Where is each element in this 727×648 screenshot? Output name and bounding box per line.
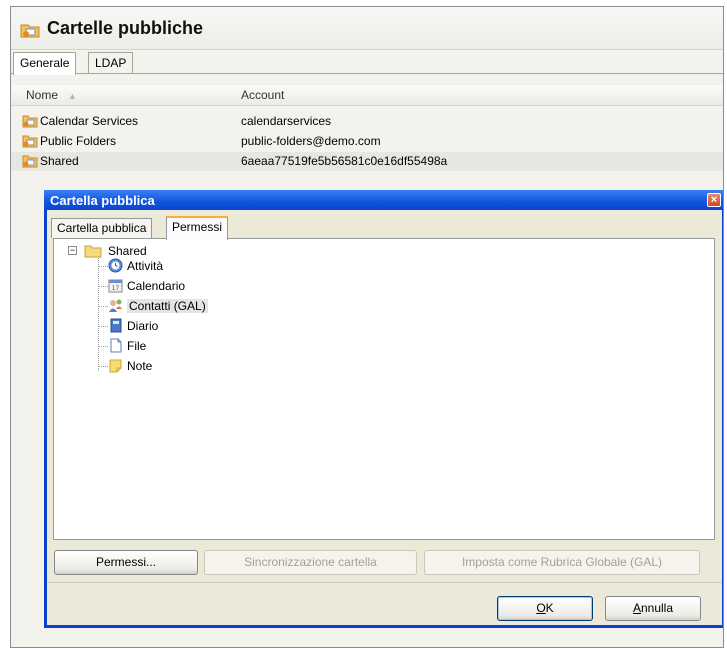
tree-connector xyxy=(98,366,108,367)
tree-node-diario[interactable]: Diario xyxy=(108,318,158,334)
sync-folder-button[interactable]: Sincronizzazione cartella xyxy=(204,550,417,575)
ok-button[interactable]: OK xyxy=(497,596,593,621)
file-icon xyxy=(108,338,123,357)
window-header: Cartelle pubbliche xyxy=(11,7,723,50)
close-button[interactable]: × xyxy=(707,193,721,207)
tree-connector xyxy=(98,286,108,287)
public-folder-icon xyxy=(22,134,38,154)
cancel-button[interactable]: Annulla xyxy=(605,596,701,621)
note-icon xyxy=(108,358,123,377)
list-header: Nome ▲ Account xyxy=(11,85,723,106)
main-tabs: Generale LDAP xyxy=(11,52,723,75)
list-item[interactable]: Shared 6aeaa77519fe5b56581c0e16df55498a xyxy=(11,152,723,171)
dialog-separator xyxy=(47,582,722,583)
public-folder-icon xyxy=(22,114,38,134)
public-folder-dialog: Cartella pubblica × Cartella pubblica Pe… xyxy=(44,190,723,628)
contacts-icon xyxy=(108,298,123,317)
tab-generale[interactable]: Generale xyxy=(13,52,77,75)
tree-node-shared[interactable]: Shared xyxy=(84,243,147,259)
dialog-title: Cartella pubblica xyxy=(50,193,155,208)
dialog-tabs: Cartella pubblica Permessi xyxy=(51,216,722,240)
tree-connector xyxy=(98,306,108,307)
tab-cartella-pubblica[interactable]: Cartella pubblica xyxy=(51,218,153,238)
tree-connector xyxy=(98,266,108,267)
sort-ascending-icon: ▲ xyxy=(68,91,77,101)
calendar-icon: 17 xyxy=(108,278,123,297)
list-item[interactable]: Public Folders public-folders@demo.com xyxy=(11,132,723,151)
journal-icon xyxy=(108,318,123,337)
tasks-icon xyxy=(108,258,123,277)
tree-connector xyxy=(98,346,108,347)
tree-connector xyxy=(98,255,99,371)
tree-node-calendario[interactable]: 17 Calendario xyxy=(108,278,185,294)
public-folder-icon xyxy=(20,22,40,41)
tree-node-note[interactable]: Note xyxy=(108,358,152,374)
permissions-button[interactable]: Permessi... xyxy=(54,550,198,575)
tab-ldap[interactable]: LDAP xyxy=(88,52,134,73)
column-header-account[interactable]: Account xyxy=(241,88,284,102)
close-icon: × xyxy=(710,194,718,206)
set-gal-button[interactable]: Imposta come Rubrica Globale (GAL) xyxy=(424,550,700,575)
public-folder-icon xyxy=(22,154,38,174)
folder-icon xyxy=(84,244,102,262)
collapse-toggle[interactable]: − xyxy=(68,246,77,255)
tree-node-attivita[interactable]: Attività xyxy=(108,258,163,274)
tab-permessi[interactable]: Permessi xyxy=(166,216,229,240)
tabs-divider xyxy=(11,73,723,74)
tree-node-file[interactable]: File xyxy=(108,338,146,354)
folder-tree: − Shared Attività 17 Calendario Contatti… xyxy=(53,238,715,540)
tree-connector xyxy=(98,326,108,327)
list-item[interactable]: Calendar Services calendarservices xyxy=(11,112,723,131)
column-header-name[interactable]: Nome ▲ xyxy=(26,88,77,102)
tree-node-contatti[interactable]: Contatti (GAL) xyxy=(108,298,208,314)
page-title: Cartelle pubbliche xyxy=(47,18,204,38)
svg-text:17: 17 xyxy=(112,285,120,292)
dialog-titlebar[interactable]: Cartella pubblica × xyxy=(44,190,723,210)
main-window: Cartelle pubbliche Generale LDAP Nome ▲ A… xyxy=(10,6,724,648)
